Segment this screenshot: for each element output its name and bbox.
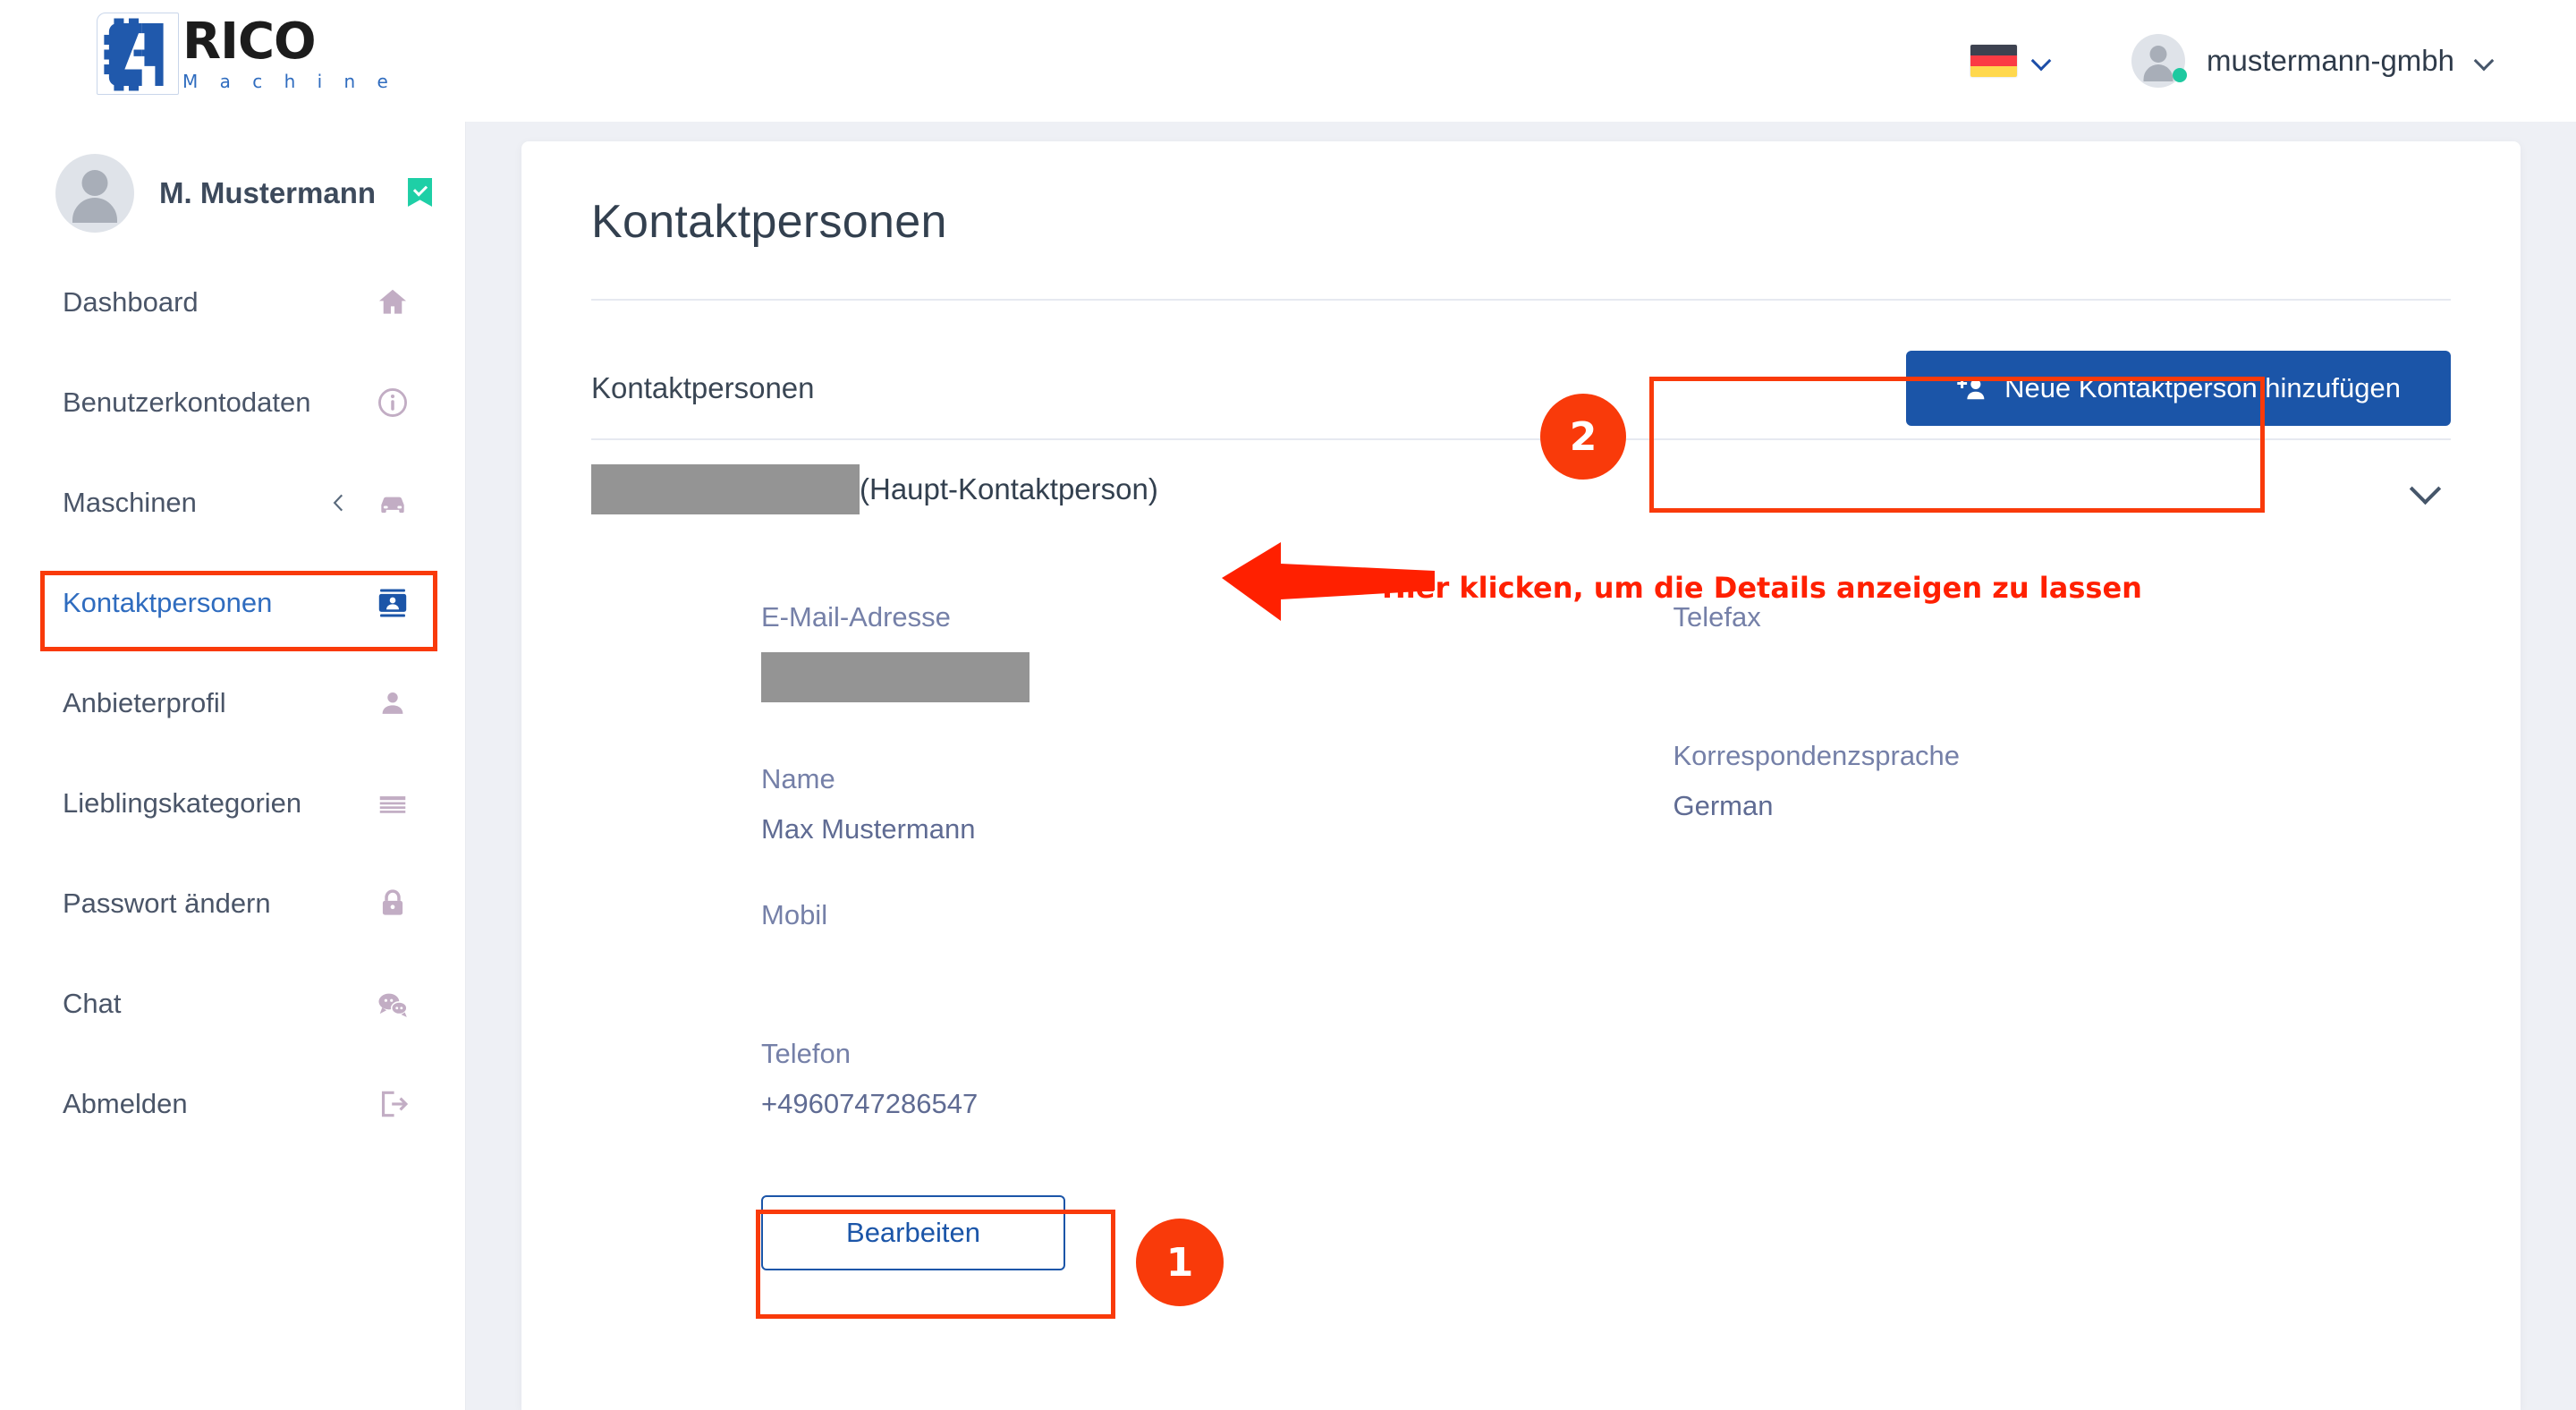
sidebar-item-label: Dashboard	[63, 286, 199, 318]
sidebar: M. Mustermann Dashboard Benutzerkontodat…	[0, 122, 466, 1410]
verified-badge-icon	[408, 178, 433, 207]
sidebar-user[interactable]: M. Mustermann	[0, 122, 465, 233]
logo-secondary-text: M a c h i n e	[182, 71, 396, 92]
sidebar-item-label: Kontaktpersonen	[63, 587, 273, 618]
contact-name-redacted	[591, 464, 860, 514]
avatar	[2131, 34, 2188, 88]
sidebar-item-kontaktpersonen[interactable]: Kontaktpersonen	[0, 576, 465, 630]
main-content: Kontaktpersonen Kontaktpersonen Neue Kon…	[466, 122, 2576, 1410]
sidebar-item-abmelden[interactable]: Abmelden	[0, 1077, 465, 1131]
logo-primary-text: RICO	[182, 13, 317, 71]
field-value: +4960747286547	[761, 1088, 979, 1120]
contact-details: E-Mail-Adresse Name Max Mustermann Mobil	[591, 539, 2451, 1174]
sidebar-item-dashboard[interactable]: Dashboard	[0, 276, 465, 329]
field-value: German	[1673, 790, 1774, 822]
account-menu[interactable]: mustermann-gmbh	[2131, 34, 2494, 88]
car-icon	[381, 497, 404, 514]
top-bar: RICO M a c h i n e mustermann-gmbh	[0, 0, 2576, 122]
online-status-dot	[2173, 68, 2188, 82]
sidebar-item-benutzerkontodaten[interactable]: Benutzerkontodaten	[0, 376, 465, 429]
chevron-down-icon	[2033, 52, 2051, 70]
content-card: Kontaktpersonen Kontaktpersonen Neue Kon…	[521, 141, 2521, 1410]
gear-a-logo-icon	[97, 13, 179, 95]
chevron-left-icon[interactable]	[327, 491, 351, 514]
field-label: Telefax	[1673, 601, 1761, 633]
field-label: Telefon	[761, 1037, 851, 1069]
lock-icon	[382, 889, 403, 915]
sidebar-item-chat[interactable]: Chat	[0, 977, 465, 1031]
logout-icon	[381, 1091, 409, 1117]
sidebar-item-lieblingskategorien[interactable]: Lieblingskategorien	[0, 777, 465, 830]
person-icon	[382, 692, 403, 714]
add-contact-button[interactable]: Neue Kontaktperson hinzufügen	[1906, 351, 2451, 426]
german-flag-icon	[1970, 45, 2018, 77]
list-lines-icon	[379, 796, 406, 813]
section-header: Kontaktpersonen Neue Kontaktperson hinzu…	[591, 347, 2451, 429]
sidebar-item-label: Passwort ändern	[63, 888, 271, 919]
topbar-right-cluster: mustermann-gmbh	[1970, 0, 2494, 122]
app-logo[interactable]: RICO M a c h i n e	[97, 13, 396, 95]
home-icon	[378, 289, 407, 314]
chevron-down-icon	[2476, 52, 2494, 70]
contact-card-icon	[378, 589, 407, 617]
sidebar-item-anbieterprofil[interactable]: Anbieterprofil	[0, 676, 465, 730]
add-person-icon	[1957, 378, 1985, 400]
add-contact-button-label: Neue Kontaktperson hinzufügen	[2004, 372, 2401, 403]
field-value: Max Mustermann	[761, 813, 976, 845]
sidebar-item-label: Chat	[63, 988, 122, 1019]
sidebar-nav: Dashboard Benutzerkontodaten Maschinen K…	[0, 276, 465, 1131]
sidebar-item-passwort-aendern[interactable]: Passwort ändern	[0, 877, 465, 930]
chat-bubbles-icon	[378, 993, 408, 1017]
field-label: Name	[761, 762, 835, 794]
field-correspondence-language: Korrespondenzsprache German	[1674, 740, 2452, 823]
title-divider	[591, 299, 2451, 301]
field-phone: Telefon +4960747286547	[761, 1038, 1521, 1121]
avatar	[55, 154, 134, 233]
email-value-redacted	[761, 651, 1030, 702]
field-email: E-Mail-Adresse	[761, 601, 1521, 709]
field-value	[761, 950, 1521, 984]
chevron-down-icon[interactable]	[2411, 474, 2442, 505]
info-circle-icon	[378, 388, 407, 417]
field-name: Name Max Mustermann	[761, 763, 1521, 846]
contact-row-toggle[interactable]: (Haupt-Kontaktperson)	[591, 438, 2451, 539]
field-label: E-Mail-Adresse	[761, 601, 951, 633]
sidebar-item-label: Anbieterprofil	[63, 687, 226, 718]
app-root: RICO M a c h i n e mustermann-gmbh M. Mu…	[0, 0, 2576, 1410]
field-value	[1674, 652, 2452, 686]
contact-role-label: (Haupt-Kontaktperson)	[860, 472, 1158, 505]
field-fax: Telefax	[1674, 601, 2452, 686]
field-mobile: Mobil	[761, 899, 1521, 984]
page-title: Kontaktpersonen	[591, 196, 947, 248]
edit-button-wrapper: Bearbeiten	[591, 1174, 2451, 1271]
field-label: Mobil	[761, 899, 828, 931]
sidebar-user-name: M. Mustermann	[159, 176, 377, 209]
edit-button[interactable]: Bearbeiten	[761, 1195, 1065, 1271]
field-value	[761, 651, 1521, 709]
sidebar-item-label: Benutzerkontodaten	[63, 386, 311, 418]
field-label: Korrespondenzsprache	[1673, 739, 1961, 771]
language-selector[interactable]	[1970, 45, 2051, 77]
sidebar-item-maschinen[interactable]: Maschinen	[0, 476, 465, 530]
sidebar-item-label: Maschinen	[63, 487, 197, 518]
details-column-left: E-Mail-Adresse Name Max Mustermann Mobil	[591, 601, 1521, 1174]
sidebar-item-label: Abmelden	[63, 1088, 188, 1119]
sidebar-item-label: Lieblingskategorien	[63, 787, 302, 819]
account-name: mustermann-gmbh	[2207, 44, 2454, 77]
details-column-right: Telefax Korrespondenzsprache German	[1521, 601, 2452, 1174]
section-title: Kontaktpersonen	[591, 371, 815, 404]
